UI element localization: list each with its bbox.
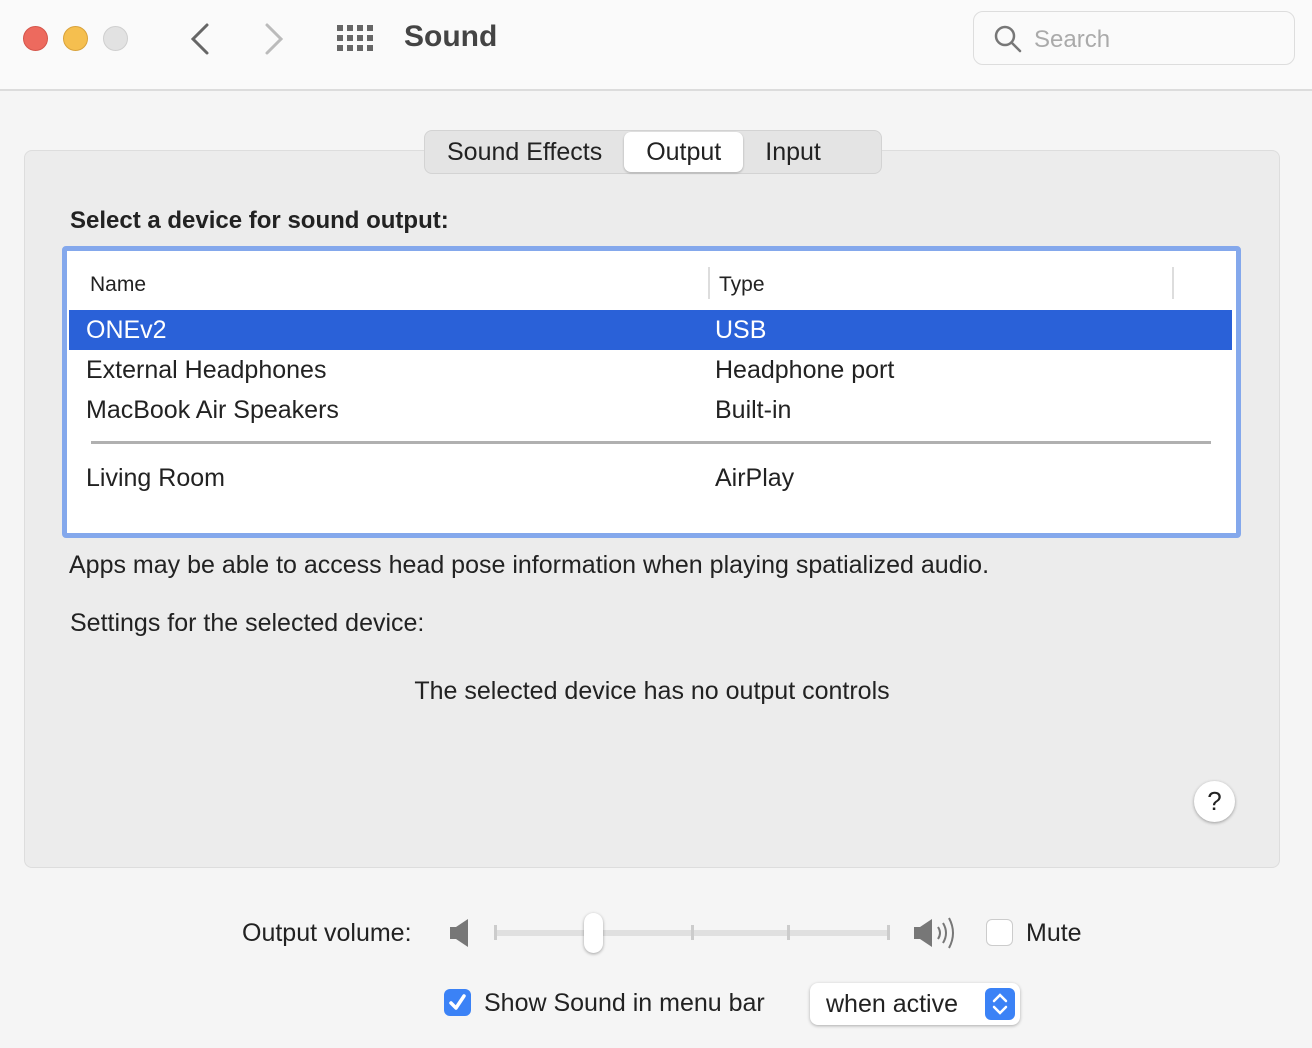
show-in-menubar-checkbox[interactable] <box>444 989 471 1016</box>
speaker-high-icon <box>914 917 954 949</box>
table-row[interactable]: External Headphones Headphone port <box>69 350 1232 390</box>
output-heading: Select a device for sound output: <box>70 207 449 234</box>
popup-value: when active <box>826 990 959 1018</box>
table-row[interactable]: MacBook Air Speakers Built-in <box>69 390 1232 430</box>
minimize-button[interactable] <box>63 26 88 51</box>
mute-checkbox[interactable] <box>986 919 1013 946</box>
menubar-visibility-popup[interactable]: when active <box>810 983 1020 1025</box>
volume-slider-thumb[interactable] <box>584 913 603 953</box>
device-type: AirPlay <box>715 464 795 492</box>
device-name: MacBook Air Speakers <box>86 396 339 424</box>
device-name: Living Room <box>86 464 225 492</box>
tab-bar: Sound Effects Output Input <box>424 130 882 174</box>
device-type: USB <box>715 316 767 344</box>
output-volume-label: Output volume: <box>242 919 412 947</box>
grid-icon[interactable] <box>337 25 375 51</box>
tab-input[interactable]: Input <box>743 132 843 172</box>
title-bar: Sound Search <box>0 0 1312 91</box>
search-input[interactable]: Search <box>973 11 1295 65</box>
mute-label: Mute <box>1026 919 1082 947</box>
table-row[interactable]: ONEv2 USB <box>69 310 1232 350</box>
show-in-menubar-label: Show Sound in menu bar <box>484 989 765 1017</box>
volume-slider[interactable] <box>494 913 890 953</box>
zoom-button[interactable] <box>103 26 128 51</box>
checkmark-icon <box>449 994 466 1010</box>
window-title: Sound <box>404 20 498 53</box>
device-table[interactable]: Name Type ONEv2 USB External Headphones He… <box>62 246 1241 538</box>
column-header-name[interactable]: Name <box>90 273 146 297</box>
table-row[interactable]: Living Room AirPlay <box>69 458 1232 498</box>
up-down-chevron-icon <box>985 988 1015 1020</box>
settings-label: Settings for the selected device: <box>70 609 425 637</box>
speaker-low-icon <box>450 919 468 947</box>
separator <box>91 441 1211 444</box>
close-button[interactable] <box>23 26 48 51</box>
table-header: Name Type <box>67 251 1236 309</box>
tab-output[interactable]: Output <box>624 132 744 172</box>
no-controls-message: The selected device has no output contro… <box>414 677 890 705</box>
device-type: Built-in <box>715 396 792 424</box>
device-name: External Headphones <box>86 356 327 384</box>
device-name: ONEv2 <box>86 316 167 344</box>
help-button[interactable]: ? <box>1194 781 1235 822</box>
device-type: Headphone port <box>715 356 895 384</box>
search-icon <box>994 25 1022 53</box>
forward-icon[interactable] <box>262 22 286 56</box>
back-icon[interactable] <box>188 22 212 56</box>
search-placeholder: Search <box>1034 26 1111 53</box>
spatial-note: Apps may be able to access head pose inf… <box>69 551 990 579</box>
tab-sound-effects[interactable]: Sound Effects <box>425 132 624 172</box>
column-header-type[interactable]: Type <box>719 273 765 297</box>
